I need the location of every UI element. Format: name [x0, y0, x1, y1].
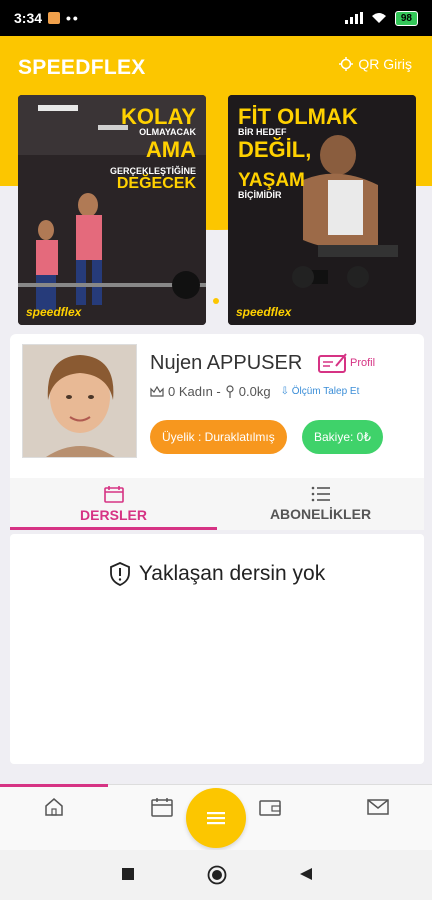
user-photo	[23, 345, 136, 457]
menu-fab-button[interactable]	[186, 788, 246, 848]
signal-icon	[344, 12, 363, 24]
calendar-icon	[151, 798, 173, 817]
tab-abonelikler-label: ABONELİKLER	[269, 506, 372, 522]
lessons-panel: Yaklaşan dersin yok	[10, 534, 424, 764]
qr-login-label: QR Giriş	[358, 56, 412, 72]
system-navigation-bar	[0, 850, 432, 900]
mail-icon	[367, 799, 389, 815]
banner-1-brand: speedflex	[26, 305, 82, 319]
tab-dersler-label: DERSLER	[80, 507, 147, 523]
promo-banner[interactable]: FİT OLMAK BİR HEDEF DEĞİL, YAŞAM BİÇİMİD…	[228, 95, 416, 325]
notification-app-icon	[48, 12, 61, 24]
nav-messages[interactable]	[367, 797, 389, 817]
banner-1-line-1: KOLAY	[121, 104, 196, 129]
tab-abonelikler[interactable]: ABONELİKLER	[217, 478, 424, 530]
battery-indicator: 98	[394, 10, 418, 26]
menu-icon	[207, 812, 225, 825]
banner-1-text: KOLAY OLMAYACAK AMA GERÇEKLEŞTİĞİNE DEĞE…	[110, 105, 196, 193]
promo-banner[interactable]: KOLAY OLMAYACAK AMA GERÇEKLEŞTİĞİNE DEĞE…	[18, 95, 206, 325]
download-icon: ⇩	[280, 386, 289, 397]
stats-kadin: 0 Kadın -	[168, 384, 221, 399]
home-icon	[45, 798, 63, 816]
status-bar: 3:34 •• 98	[0, 0, 432, 36]
list-icon	[311, 486, 330, 502]
wallet-icon	[259, 800, 281, 816]
stats-weight: 0.0kg	[238, 384, 271, 399]
home-button-icon[interactable]	[207, 865, 227, 885]
banner-2-line-3: DEĞİL,	[238, 136, 312, 162]
wifi-icon	[371, 13, 386, 23]
tab-dersler[interactable]: DERSLER	[10, 478, 217, 530]
edit-profile-icon	[318, 353, 347, 373]
empty-state-message: Yaklaşan dersin yok	[138, 562, 326, 585]
calendar-icon	[103, 486, 124, 503]
banner-2-brand: speedflex	[236, 305, 292, 319]
crown-icon	[150, 385, 164, 397]
nav-calendar[interactable]	[151, 797, 173, 817]
edit-profile-button[interactable]: Profil	[318, 352, 375, 374]
recent-apps-icon[interactable]	[121, 867, 135, 881]
avatar	[22, 344, 137, 458]
banner-2-line-1: FİT OLMAK	[238, 104, 358, 129]
qr-target-icon	[339, 57, 354, 71]
tab-bar: DERSLER ABONELİKLER	[10, 478, 424, 530]
banner-2-line-5: BİÇİMİDİR	[238, 189, 282, 200]
measure-request-link[interactable]: ⇩ Ölçüm Talep Et	[281, 386, 360, 397]
bottom-nav-active-indicator	[0, 784, 108, 787]
shield-alert-icon	[109, 562, 130, 586]
banner-1-line-5: DEĞECEK	[116, 175, 196, 193]
back-icon[interactable]	[299, 867, 313, 881]
banner-2-line-4: YAŞAM	[238, 169, 305, 191]
banner-1-line-3: AMA	[145, 136, 196, 162]
scale-icon	[226, 384, 234, 398]
user-stats: 0 Kadın - 0.0kg ⇩ Ölçüm Talep Et	[150, 384, 359, 399]
carousel-indicator-dot[interactable]	[213, 298, 219, 304]
membership-badge[interactable]: Üyelik : Duraklatılmış	[150, 420, 287, 454]
empty-state: Yaklaşan dersin yok	[10, 562, 424, 586]
qr-login-button[interactable]: QR Giriş	[339, 56, 412, 72]
banner-2-text: FİT OLMAK BİR HEDEF DEĞİL, YAŞAM BİÇİMİD…	[238, 105, 358, 200]
nav-wallet[interactable]	[259, 797, 281, 817]
balance-badge[interactable]: Bakiye: 0₺	[302, 420, 383, 454]
app-title: SPEEDFLEX	[18, 56, 146, 79]
nav-home[interactable]	[43, 797, 65, 817]
user-name: Nujen APPUSER	[150, 352, 303, 374]
status-time: 3:34	[14, 10, 43, 26]
notification-dots: ••	[66, 10, 80, 26]
profil-label: Profil	[350, 357, 376, 369]
measure-request-label: Ölçüm Talep Et	[291, 386, 360, 397]
